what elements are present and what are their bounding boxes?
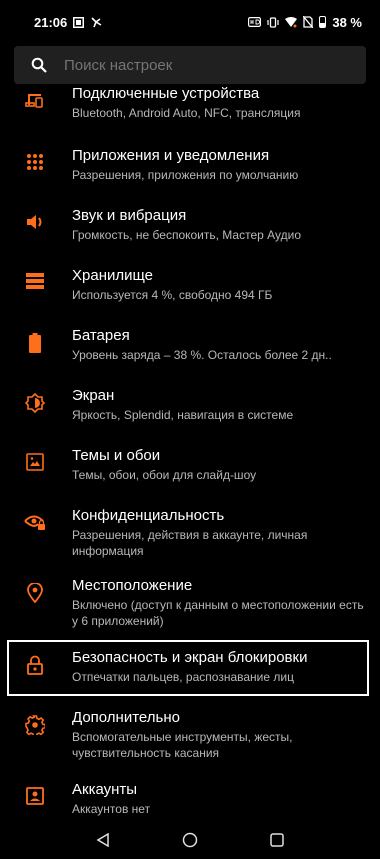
volume-icon (18, 206, 52, 231)
settings-item-subtitle: Bluetooth, Android Auto, NFC, трансляция (72, 106, 301, 120)
storage-icon (18, 266, 52, 289)
devices-icon (18, 86, 52, 109)
settings-item-title: Подключенные устройства (72, 86, 260, 102)
privacy-eye-icon (18, 506, 52, 531)
settings-item-title: Конфиденциальность (72, 507, 225, 524)
settings-item-apps[interactable]: Приложения и уведомления Разрешения, при… (18, 146, 370, 183)
settings-item-title: Дополнительно (72, 709, 180, 726)
settings-item-battery[interactable]: Батарея Уровень заряда – 38 %. Осталось … (18, 326, 370, 363)
settings-item-subtitle: Разрешения, приложения по умолчанию (72, 168, 299, 182)
settings-item-display[interactable]: Экран Яркость, Splendid, навигация в сис… (18, 386, 370, 423)
settings-item-privacy[interactable]: Конфиденциальность Разрешения, действия … (18, 506, 370, 559)
settings-item-title: Батарея (72, 327, 130, 344)
settings-item-subtitle: Используется 4 %, свободно 494 ГБ (72, 288, 273, 302)
navigation-bar (0, 820, 380, 859)
battery-status-icon (319, 16, 327, 28)
account-icon (18, 780, 52, 805)
gear-icon (18, 708, 52, 735)
settings-item-storage[interactable]: Хранилище Используется 4 %, свободно 494… (18, 266, 370, 303)
search-bar[interactable] (14, 46, 366, 84)
settings-item-title: Хранилище (72, 267, 153, 284)
settings-item-location[interactable]: Местоположение Включено (доступ к данным… (18, 576, 370, 629)
status-left: 21:06 (34, 15, 102, 30)
settings-item-title: Аккаунты (72, 781, 138, 798)
settings-item-sound[interactable]: Звук и вибрация Громкость, не беспокоить… (18, 206, 370, 243)
brightness-icon (18, 386, 52, 413)
settings-item-title: Приложения и уведомления (72, 147, 270, 164)
settings-item-subtitle: Отпечатки пальцев, распознавание лиц (72, 670, 294, 684)
settings-item-security[interactable]: Безопасность и экран блокировки Отпечатк… (7, 640, 369, 696)
status-right: 38 % (248, 15, 362, 30)
hd-voice-icon (248, 17, 262, 27)
settings-item-subtitle: Аккаунтов нет (72, 802, 151, 816)
settings-item-subtitle: Включено (доступ к данным о местоположен… (72, 598, 364, 628)
settings-item-subtitle: Темы, обои, обои для слайд-шоу (72, 468, 257, 482)
settings-item-subtitle: Разрешения, действия в аккаунте, личная … (72, 528, 308, 558)
home-icon[interactable] (182, 832, 198, 848)
wifi-icon (285, 16, 298, 28)
battery-icon (18, 326, 52, 353)
settings-item-advanced[interactable]: Дополнительно Вспомогательные инструмент… (18, 708, 370, 761)
settings-item-accounts[interactable]: Аккаунты Аккаунтов нет (18, 780, 370, 817)
recents-icon[interactable] (270, 832, 284, 847)
search-icon[interactable] (14, 57, 64, 73)
settings-item-themes[interactable]: Темы и обои Темы, обои, обои для слайд-ш… (18, 446, 370, 483)
settings-item-subtitle: Уровень заряда – 38 %. Осталось более 2 … (72, 348, 332, 362)
no-sim-icon (303, 16, 314, 28)
status-bar: 21:06 38 % (0, 0, 380, 44)
settings-item-subtitle: Громкость, не беспокоить, Мастер Аудио (72, 228, 301, 242)
apps-grid-icon (18, 146, 52, 171)
settings-list[interactable]: Подключенные устройства Bluetooth, Andro… (0, 86, 380, 820)
back-icon[interactable] (96, 832, 110, 847)
fan-notification-icon (90, 16, 102, 28)
settings-item-connected-devices[interactable]: Подключенные устройства Bluetooth, Andro… (18, 86, 370, 121)
battery-percent: 38 % (332, 14, 362, 30)
settings-item-title: Темы и обои (72, 447, 161, 464)
settings-item-title: Звук и вибрация (72, 207, 187, 224)
settings-item-title: Местоположение (72, 577, 193, 594)
status-time: 21:06 (34, 14, 68, 30)
settings-item-title: Безопасность и экран блокировки (72, 649, 308, 666)
location-pin-icon (18, 576, 52, 603)
search-input[interactable] (64, 56, 366, 74)
settings-item-subtitle: Яркость, Splendid, навигация в системе (72, 408, 294, 422)
vibrate-icon (267, 16, 279, 28)
lock-icon (18, 648, 52, 675)
settings-item-title: Экран (72, 387, 115, 404)
settings-item-subtitle: Вспомогательные инструменты, жесты, чувс… (72, 730, 293, 760)
wallpaper-icon (18, 446, 52, 471)
screenshot-notification-icon (73, 16, 85, 28)
